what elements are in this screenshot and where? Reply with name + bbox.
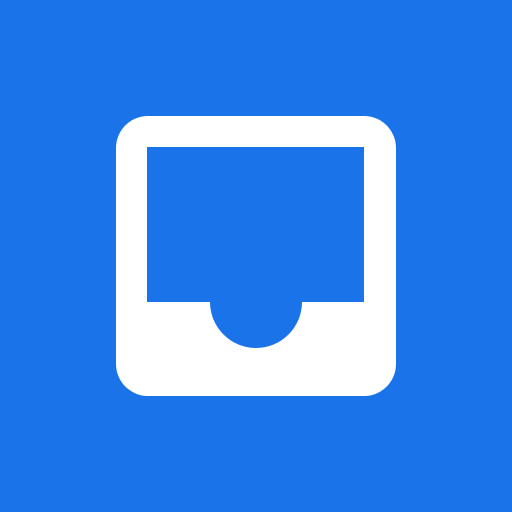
app-icon: [0, 0, 512, 512]
inbox-tray-icon: [0, 0, 512, 512]
icon-background: [0, 0, 512, 512]
